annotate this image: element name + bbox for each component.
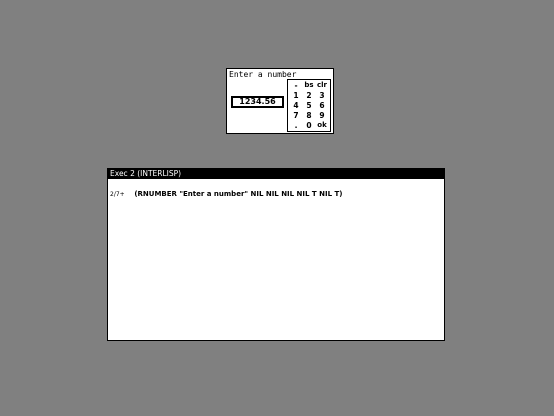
desktop: { "numpad": { "title": "Enter a number",…	[0, 0, 554, 416]
number-display-value: 1234.56	[239, 97, 276, 106]
number-display: 1234.56	[231, 96, 284, 108]
exec-window[interactable]: Exec 2 (INTERLISP) 2/7+ (RNUMBER "Enter …	[107, 168, 445, 341]
exec-prompt: 2/7+	[110, 191, 125, 198]
exec-title: Exec 2 (INTERLISP)	[110, 169, 182, 178]
key-0[interactable]: 0	[302, 120, 316, 131]
exec-titlebar[interactable]: Exec 2 (INTERLISP)	[108, 169, 444, 179]
exec-input-line[interactable]: 2/7+ (RNUMBER "Enter a number" NIL NIL N…	[110, 186, 342, 200]
keypad: - bs clr 1 2 3 4 5 6 7 8 9 . 0 ok	[287, 79, 331, 132]
number-prompt-window[interactable]: Enter a number 1234.56 - bs clr 1 2 3 4 …	[226, 68, 334, 134]
key-ok[interactable]: ok	[315, 120, 329, 131]
exec-command: (RNUMBER "Enter a number" NIL NIL NIL NI…	[134, 190, 343, 198]
key-decimal[interactable]: .	[289, 120, 303, 131]
